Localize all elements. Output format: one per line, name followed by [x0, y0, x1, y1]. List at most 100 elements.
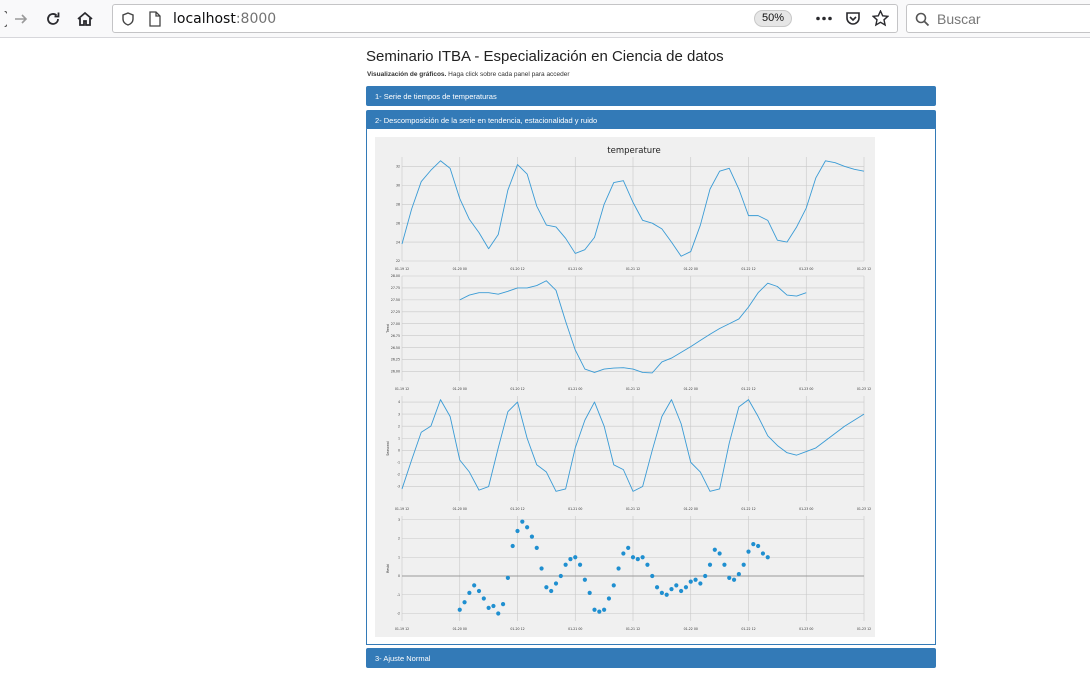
x-tick-label: 01-21 00 — [568, 387, 582, 391]
y-tick-label: 22 — [396, 259, 400, 263]
resid-point — [693, 577, 698, 582]
resid-point — [563, 562, 568, 567]
resid-point — [544, 585, 549, 590]
zoom-level-badge[interactable]: 50% — [754, 10, 792, 27]
panel-header-temperature-series[interactable]: 1- Serie de tiempos de temperaturas — [366, 86, 936, 106]
x-tick-label: 01-23 12 — [857, 507, 871, 511]
resid-point — [688, 579, 693, 584]
resid-point — [727, 575, 732, 580]
y-tick-label: 32 — [396, 165, 400, 169]
shield-icon — [122, 12, 134, 26]
resid-point — [568, 557, 573, 562]
reload-icon — [47, 12, 60, 25]
y-tick-label: 27.75 — [391, 286, 400, 290]
y-tick-label: 0 — [398, 574, 400, 578]
panel-header-normal-fit[interactable]: 3- Ajuste Normal — [366, 648, 936, 668]
x-tick-label: 01-21 00 — [568, 267, 582, 271]
y-tick-label: 26.75 — [391, 334, 400, 338]
y-tick-label: 2 — [398, 537, 400, 541]
resid-point — [736, 572, 741, 577]
y-tick-label: -1 — [397, 461, 400, 465]
resid-point — [626, 545, 631, 550]
resid-point — [467, 590, 472, 595]
resid-point — [741, 562, 746, 567]
resid-point — [525, 525, 530, 530]
resid-point — [645, 562, 650, 567]
resid-point — [664, 592, 669, 597]
x-tick-label: 01-21 12 — [626, 507, 640, 511]
y-tick-label: 30 — [396, 184, 400, 188]
search-bar[interactable]: Buscar — [906, 4, 1090, 33]
resid-point — [481, 596, 486, 601]
y-tick-label: -1 — [397, 593, 400, 597]
y-tick-label: 28.00 — [391, 274, 400, 278]
x-tick-label: 01-21 12 — [626, 387, 640, 391]
x-tick-label: 01-19 12 — [395, 507, 409, 511]
y-tick-label: -2 — [397, 612, 400, 616]
decomposition-figure: temperature 01-19 12 01-20 00 01-20 12 01-2… — [375, 137, 875, 637]
resid-point — [669, 587, 674, 592]
y-tick-label: 28 — [396, 202, 400, 206]
resid-point — [707, 562, 713, 567]
y-tick-label: 27.50 — [391, 298, 400, 302]
resid-point — [457, 607, 462, 612]
resid-point — [635, 557, 640, 562]
bookmark-star-icon[interactable] — [872, 10, 889, 27]
resid-point — [616, 566, 621, 571]
resid-point — [611, 583, 616, 588]
x-tick-label: 01-23 00 — [799, 267, 813, 271]
x-tick-label: 01-23 12 — [857, 387, 871, 391]
pocket-icon[interactable] — [845, 11, 861, 27]
resid-point — [472, 583, 477, 588]
resid-point — [606, 596, 612, 601]
x-tick-label: 01-23 00 — [799, 387, 813, 391]
y-tick-label: 1 — [398, 436, 400, 440]
resid-point — [679, 588, 684, 594]
y-tick-label: 3 — [398, 412, 400, 416]
x-tick-label: 01-21 00 — [568, 507, 582, 511]
resid-point — [683, 585, 689, 590]
resid-point — [756, 543, 761, 549]
resid-point — [654, 585, 660, 590]
x-tick-label: 01-20 00 — [453, 507, 467, 511]
forward-button[interactable] — [8, 6, 34, 32]
x-tick-label: 01-22 12 — [741, 267, 755, 271]
resid-point — [712, 547, 717, 552]
resid-point — [491, 603, 496, 609]
y-tick-label: 26 — [396, 221, 400, 225]
x-tick-label: 01-20 12 — [510, 387, 524, 391]
resid-point — [717, 551, 722, 556]
x-tick-label: 01-20 12 — [510, 507, 524, 511]
y-tick-label: 0 — [398, 449, 400, 453]
resid-point — [486, 605, 491, 610]
y-tick-label: 26.50 — [391, 346, 400, 350]
resid-point — [529, 534, 535, 539]
x-tick-label: 01-19 12 — [395, 387, 409, 391]
resid-point — [650, 573, 655, 579]
url-bar[interactable]: localhost:8000 50% — [112, 4, 898, 33]
x-tick-label: 01-21 12 — [626, 267, 640, 271]
resid-point — [582, 577, 587, 582]
resid-point — [476, 588, 482, 594]
x-tick-label: 01-19 12 — [395, 267, 409, 271]
resid-point — [602, 607, 607, 612]
y-tick-label: 26.25 — [391, 358, 400, 362]
resid-point — [510, 543, 515, 549]
url-text[interactable]: localhost:8000 — [173, 11, 276, 27]
x-tick-label: 01-21 00 — [568, 627, 582, 631]
x-tick-label: 01-20 00 — [453, 387, 467, 391]
resid-point — [573, 555, 578, 560]
resid-point — [500, 602, 506, 607]
page-actions-icon[interactable] — [816, 16, 832, 21]
resid-point — [505, 575, 510, 580]
y-tick-label: 26.00 — [391, 370, 400, 374]
resid-point — [765, 555, 770, 560]
page-subtitle: Visualización de gráficos. Haga click so… — [367, 71, 570, 78]
reload-button[interactable] — [40, 6, 66, 32]
resid-point — [621, 551, 626, 556]
y-tick-label: -3 — [397, 485, 400, 489]
page-subtitle-bold: Visualización de gráficos. — [367, 71, 447, 78]
resid-point — [539, 566, 544, 571]
panel-header-decomposition[interactable]: 2- Descomposición de la serie en tendenc… — [366, 110, 936, 130]
home-button[interactable] — [72, 6, 98, 32]
